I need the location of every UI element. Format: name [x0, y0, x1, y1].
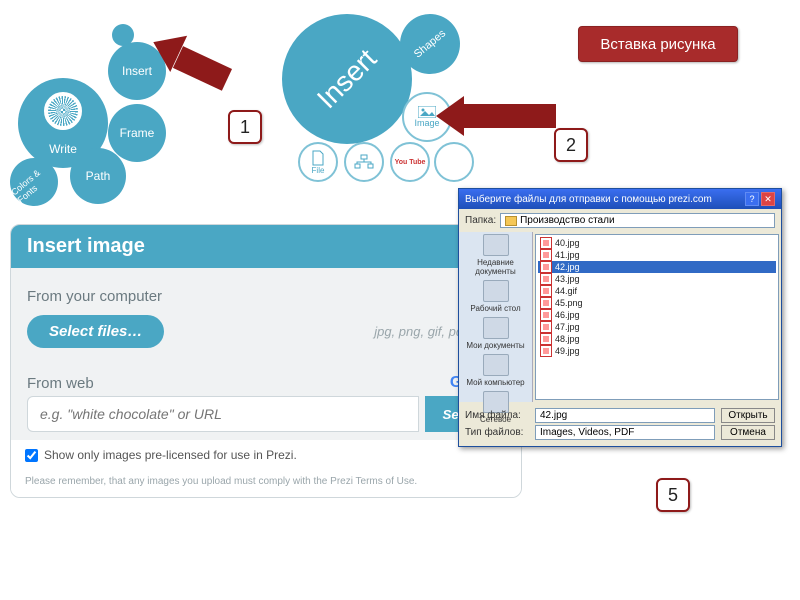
place-recent[interactable]: Недавние документы	[459, 232, 532, 278]
file-icon	[311, 150, 325, 166]
close-dialog-button[interactable]: ✕	[761, 192, 775, 206]
mycomputer-icon	[483, 354, 509, 376]
terms-footnote: Please remember, that any images you upl…	[11, 470, 521, 497]
select-files-button[interactable]: Select files…	[27, 315, 164, 348]
diagram-bubble[interactable]	[344, 142, 384, 182]
place-mydocs[interactable]: Мои документы	[459, 315, 532, 352]
panel-header: Insert image ✕	[11, 225, 521, 268]
folder-icon	[505, 216, 517, 226]
file-bubble[interactable]: File	[298, 142, 338, 182]
place-mycomputer[interactable]: Мой компьютер	[459, 352, 532, 389]
file-item[interactable]: 47.jpg	[538, 321, 776, 333]
image-file-icon	[540, 297, 552, 309]
extra-bubble[interactable]	[434, 142, 474, 182]
dialog-title: Выберите файлы для отправки с помощью pr…	[465, 194, 712, 205]
place-desktop[interactable]: Рабочий стол	[459, 278, 532, 315]
sunburst-icon	[44, 92, 82, 130]
web-search-input[interactable]	[27, 396, 419, 432]
prezi-menu-cluster-2: Insert Shapes Image File You Tube	[282, 14, 482, 174]
write-label: Write	[49, 142, 77, 156]
image-file-icon	[540, 237, 552, 249]
slide-title-badge: Вставка рисунка	[578, 26, 738, 62]
from-computer-label: From your computer	[27, 288, 505, 305]
panel-title: Insert image	[27, 235, 145, 258]
places-bar: Недавние документы Рабочий стол Мои доку…	[459, 232, 533, 402]
image-file-icon	[540, 273, 552, 285]
recent-icon	[483, 234, 509, 256]
image-file-icon	[540, 309, 552, 321]
file-item[interactable]: 41.jpg	[538, 249, 776, 261]
help-button[interactable]: ?	[745, 192, 759, 206]
desktop-icon	[483, 280, 509, 302]
file-item[interactable]: 40.jpg	[538, 237, 776, 249]
image-file-icon	[540, 333, 552, 345]
cancel-button[interactable]: Отмена	[721, 425, 775, 440]
youtube-bubble[interactable]: You Tube	[390, 142, 430, 182]
image-file-icon	[540, 261, 552, 273]
insert-image-panel: Insert image ✕ From your computer Select…	[10, 224, 522, 498]
license-filter-row: Show only images pre-licensed for use in…	[11, 440, 521, 470]
file-item[interactable]: 49.jpg	[538, 345, 776, 357]
folder-label: Папка:	[465, 215, 496, 226]
step-badge-2: 2	[554, 128, 588, 162]
filetype-combo[interactable]: Images, Videos, PDF	[535, 425, 715, 440]
license-label: Show only images pre-licensed for use in…	[44, 448, 297, 462]
mydocs-icon	[483, 317, 509, 339]
image-file-icon	[540, 285, 552, 297]
path-bubble[interactable]: Path	[70, 148, 126, 204]
open-button[interactable]: Открыть	[721, 408, 775, 423]
license-checkbox[interactable]	[25, 449, 38, 462]
dialog-titlebar: Выберите файлы для отправки с помощью pr…	[459, 189, 781, 209]
file-item[interactable]: 43.jpg	[538, 273, 776, 285]
step-badge-1: 1	[228, 110, 262, 144]
frame-bubble[interactable]: Frame	[108, 104, 166, 162]
from-web-label: From web	[27, 375, 94, 392]
filename-combo[interactable]: 42.jpg	[535, 408, 715, 423]
file-item[interactable]: 44.gif	[538, 285, 776, 297]
org-chart-icon	[354, 154, 374, 170]
file-item[interactable]: 48.jpg	[538, 333, 776, 345]
file-list[interactable]: 40.jpg41.jpg42.jpg43.jpg44.gif45.png46.j…	[535, 234, 779, 400]
filetype-label: Тип файлов:	[465, 427, 529, 438]
image-file-icon	[540, 345, 552, 357]
image-file-icon	[540, 249, 552, 261]
file-label: File	[312, 166, 325, 175]
file-open-dialog: Выберите файлы для отправки с помощью pr…	[458, 188, 782, 447]
step-badge-5: 5	[656, 478, 690, 512]
filename-label: Имя файла:	[465, 410, 529, 421]
image-file-icon	[540, 321, 552, 333]
file-item[interactable]: 42.jpg	[538, 261, 776, 273]
folder-combo[interactable]: Производство стали	[500, 213, 775, 228]
file-item[interactable]: 45.png	[538, 297, 776, 309]
picture-icon	[418, 106, 436, 118]
file-item[interactable]: 46.jpg	[538, 309, 776, 321]
folder-value: Производство стали	[520, 215, 614, 226]
